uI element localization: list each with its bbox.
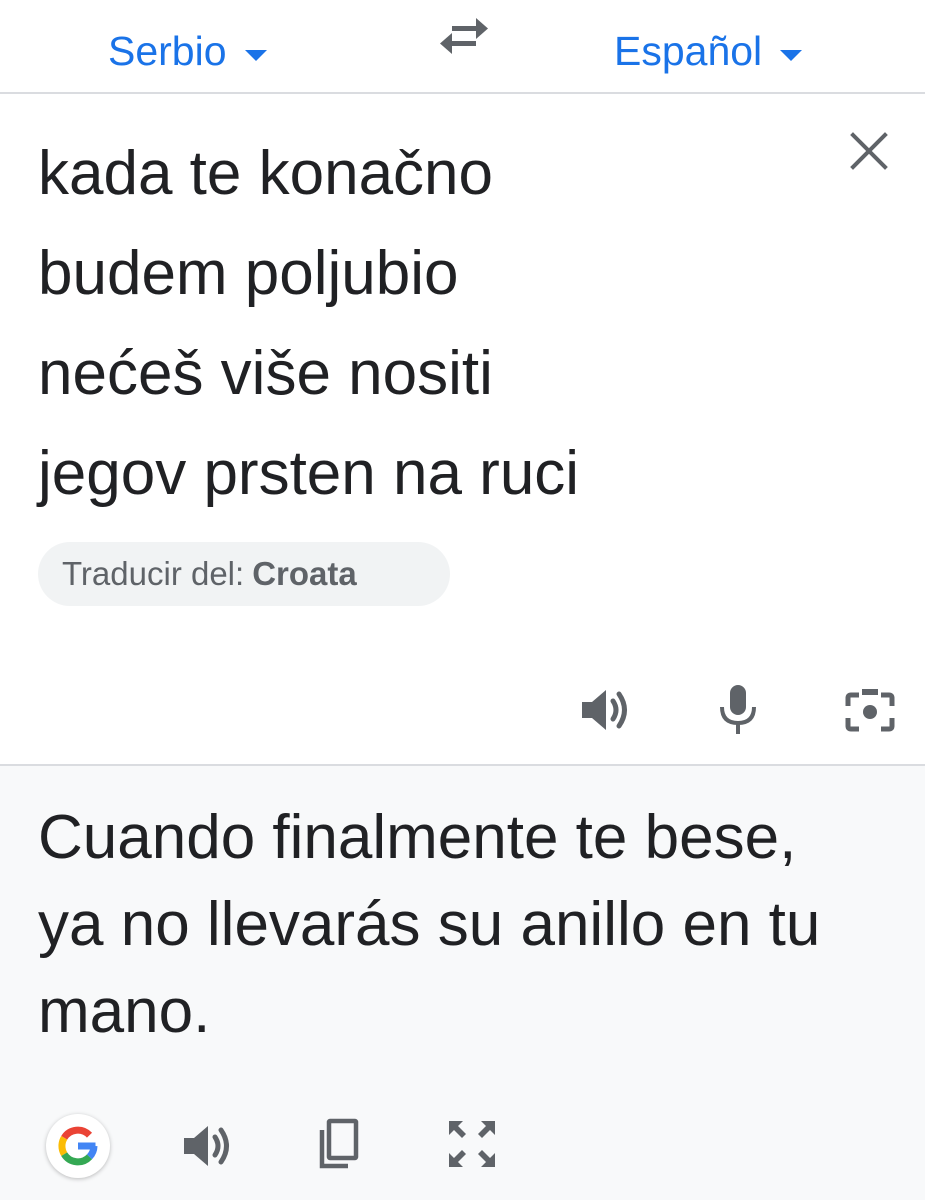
translation-output-text: Cuando finalmente te bese, ya no llevará…: [38, 803, 821, 1046]
swap-languages-button[interactable]: [438, 14, 490, 58]
close-icon: [850, 132, 888, 170]
fullscreen-button[interactable]: [444, 1116, 500, 1172]
copy-translation-button[interactable]: [312, 1116, 368, 1172]
clear-source-button[interactable]: [846, 128, 892, 174]
translate-page: Serbio Español kada te konačno budem pol…: [0, 0, 925, 1200]
target-language-selector[interactable]: Español: [614, 26, 803, 76]
translation-listen-button[interactable]: [180, 1118, 236, 1174]
camera-icon: [845, 689, 895, 732]
source-panel: kada te konačno budem poljubio nećeš viš…: [0, 94, 925, 764]
chevron-down-icon: [244, 49, 267, 61]
detect-label: Traducir del:: [62, 555, 245, 592]
speaker-icon: [582, 690, 627, 730]
translation-panel: Cuando finalmente te bese, ya no llevará…: [0, 766, 925, 1200]
source-listen-button[interactable]: [578, 682, 634, 738]
voice-input-button[interactable]: [710, 682, 766, 738]
microphone-icon: [720, 685, 756, 734]
language-bar: Serbio Español: [0, 0, 925, 94]
detected-language: Croata: [252, 555, 357, 592]
copy-icon: [319, 1118, 359, 1169]
fullscreen-icon: [449, 1121, 495, 1167]
camera-translate-button[interactable]: [842, 682, 898, 738]
chevron-down-icon: [780, 49, 803, 61]
google-search-button[interactable]: [46, 1114, 110, 1178]
detected-language-chip[interactable]: Traducir del: Croata: [38, 542, 450, 606]
source-language-label: Serbio: [108, 28, 227, 74]
google-logo-icon: [58, 1126, 98, 1166]
swap-arrows-icon: [440, 18, 488, 54]
target-language-label: Español: [614, 28, 763, 74]
speaker-icon: [184, 1126, 229, 1166]
source-text-input[interactable]: kada te konačno budem poljubio nećeš viš…: [38, 124, 818, 524]
source-language-selector[interactable]: Serbio: [108, 26, 267, 76]
